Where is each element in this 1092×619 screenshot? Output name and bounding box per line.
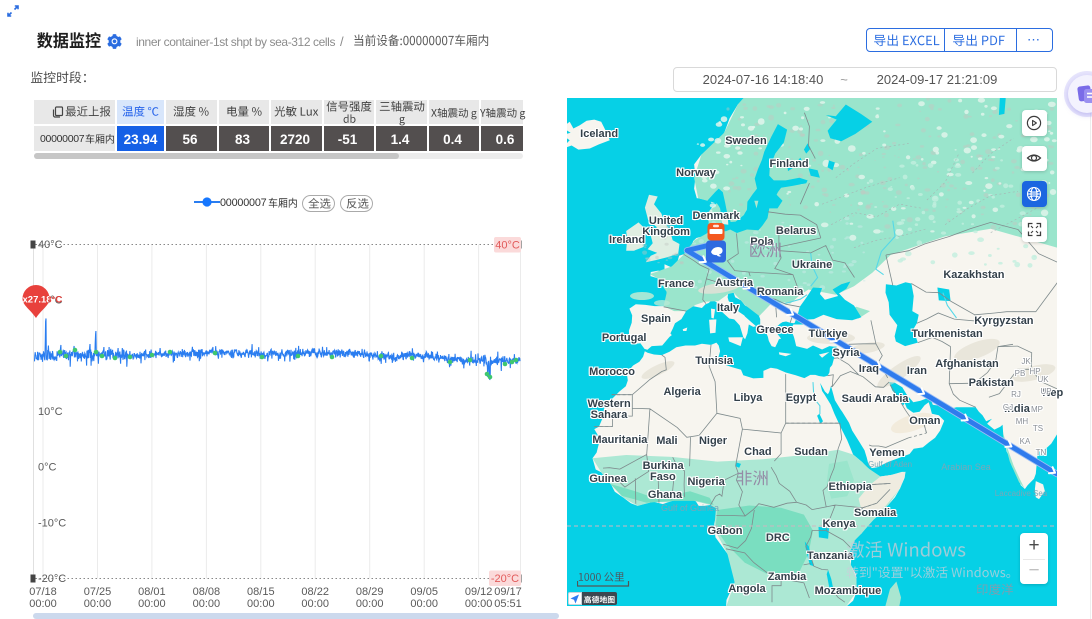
svg-text:08/22: 08/22 (301, 586, 329, 598)
svg-text:09/05: 09/05 (410, 586, 438, 598)
svg-text:40°C: 40°C (495, 240, 520, 252)
svg-text:00:00: 00:00 (465, 598, 493, 610)
svg-text:00:00: 00:00 (301, 598, 329, 610)
svg-text:-20°C: -20°C (38, 573, 66, 585)
svg-text:00:00: 00:00 (84, 598, 112, 610)
svg-text:10°C: 10°C (38, 406, 63, 418)
svg-text:00:00: 00:00 (193, 598, 221, 610)
svg-text:00:00: 00:00 (410, 598, 438, 610)
svg-text:00:00: 00:00 (29, 598, 57, 610)
svg-text:08/08: 08/08 (193, 586, 221, 598)
svg-text:08/15: 08/15 (247, 586, 275, 598)
svg-text:00:00: 00:00 (356, 598, 384, 610)
svg-text:07/25: 07/25 (84, 586, 112, 598)
svg-text:08/01: 08/01 (138, 586, 166, 598)
svg-text:-20°C: -20°C (491, 573, 519, 585)
svg-text:00:00: 00:00 (247, 598, 275, 610)
svg-text:09/12: 09/12 (465, 586, 493, 598)
svg-text:07/18: 07/18 (29, 586, 57, 598)
svg-text:40°C: 40°C (38, 239, 63, 251)
svg-text:05:51: 05:51 (494, 598, 522, 610)
svg-text:0°C: 0°C (38, 462, 57, 474)
svg-text:09/17: 09/17 (494, 586, 522, 598)
svg-text:-10°C: -10°C (38, 517, 66, 529)
svg-text:00:00: 00:00 (138, 598, 166, 610)
svg-text:08/29: 08/29 (356, 586, 384, 598)
